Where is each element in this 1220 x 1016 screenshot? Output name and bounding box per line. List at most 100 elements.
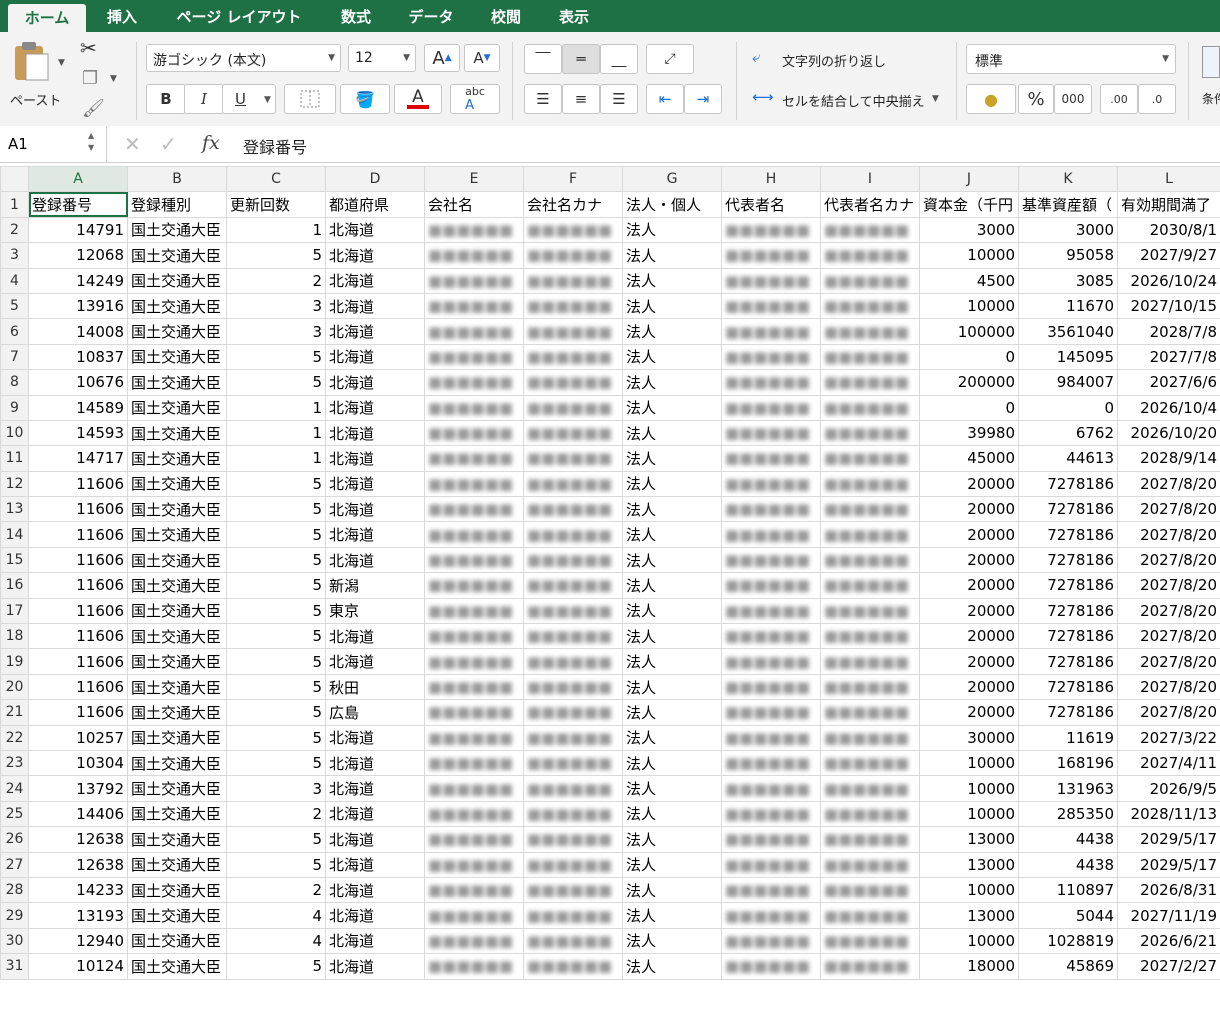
- cell[interactable]: 北海道: [325, 521, 425, 548]
- cell[interactable]: 13000: [919, 826, 1019, 853]
- tab-data[interactable]: データ: [396, 0, 466, 32]
- cell[interactable]: 国土交通大臣: [127, 953, 227, 980]
- cell[interactable]: 2: [226, 876, 326, 904]
- cell[interactable]: ■■■■■■: [820, 826, 920, 853]
- cell[interactable]: 2027/9/27: [1117, 242, 1220, 269]
- row-header[interactable]: 8: [0, 369, 29, 396]
- cell[interactable]: 2027/2/27: [1117, 953, 1220, 980]
- cell[interactable]: 北海道: [325, 927, 425, 955]
- cell[interactable]: 法人: [622, 267, 722, 294]
- cell[interactable]: 法人: [622, 419, 722, 447]
- cell[interactable]: 5: [226, 597, 326, 625]
- cell[interactable]: ■■■■■■: [820, 216, 920, 244]
- cell[interactable]: ■■■■■■: [820, 724, 920, 751]
- cell[interactable]: 2026/8/31: [1117, 876, 1220, 904]
- align-center-button[interactable]: ≡: [562, 84, 600, 114]
- cell[interactable]: ■■■■■■: [523, 953, 623, 980]
- cell[interactable]: ■■■■■■: [523, 572, 623, 599]
- cell[interactable]: 法人: [622, 521, 722, 548]
- cell[interactable]: ■■■■■■: [523, 800, 623, 828]
- cell[interactable]: ■■■■■■: [523, 648, 623, 675]
- cell[interactable]: 3000: [1018, 216, 1118, 244]
- italic-button[interactable]: I: [184, 84, 224, 114]
- cell[interactable]: 0: [919, 343, 1019, 371]
- cell[interactable]: 7278186: [1018, 623, 1118, 650]
- cell[interactable]: 国土交通大臣: [127, 521, 227, 548]
- cell[interactable]: 110897: [1018, 876, 1118, 904]
- cell[interactable]: 4: [226, 927, 326, 955]
- orientation-button[interactable]: ⤢: [646, 44, 694, 74]
- row-header[interactable]: 22: [0, 724, 29, 751]
- cell[interactable]: 2027/4/11: [1117, 749, 1220, 777]
- cell[interactable]: ■■■■■■: [820, 597, 920, 625]
- cell[interactable]: 広島: [325, 699, 425, 726]
- merge-center-button[interactable]: ⟷ セルを結合して中央揃え ▼: [752, 88, 952, 112]
- cell[interactable]: ■■■■■■: [820, 470, 920, 498]
- cell[interactable]: ■■■■■■: [721, 242, 821, 269]
- cell[interactable]: 国土交通大臣: [127, 673, 227, 701]
- cell[interactable]: ■■■■■■: [523, 394, 623, 421]
- cell[interactable]: 3000: [919, 216, 1019, 244]
- cell[interactable]: ■■■■■■: [523, 902, 623, 929]
- cell[interactable]: ■■■■■■: [523, 699, 623, 726]
- cell[interactable]: 国土交通大臣: [127, 749, 227, 777]
- column-header-b[interactable]: B: [127, 165, 227, 193]
- cell[interactable]: ■■■■■■: [424, 851, 524, 878]
- cell[interactable]: 国土交通大臣: [127, 800, 227, 828]
- cell[interactable]: 北海道: [325, 953, 425, 980]
- cell[interactable]: ■■■■■■: [424, 699, 524, 726]
- cell[interactable]: 5: [226, 470, 326, 498]
- cell[interactable]: ■■■■■■: [820, 419, 920, 447]
- cell[interactable]: 法人: [622, 876, 722, 904]
- cell[interactable]: ■■■■■■: [424, 292, 524, 320]
- tab-insert[interactable]: 挿入: [96, 0, 148, 32]
- cell[interactable]: ■■■■■■: [424, 597, 524, 625]
- cell[interactable]: 1028819: [1018, 927, 1118, 955]
- cell[interactable]: 45869: [1018, 953, 1118, 980]
- formula-content[interactable]: 登録番号: [243, 134, 307, 158]
- cell[interactable]: 法人: [622, 445, 722, 472]
- copy-dropdown-icon[interactable]: ▼: [110, 74, 117, 84]
- cell[interactable]: 法人: [622, 318, 722, 345]
- cell[interactable]: 北海道: [325, 445, 425, 472]
- cell[interactable]: 北海道: [325, 724, 425, 751]
- cell[interactable]: 5: [226, 826, 326, 853]
- cell[interactable]: 10257: [28, 724, 128, 751]
- cell[interactable]: 北海道: [325, 343, 425, 371]
- cell[interactable]: 基準資産額（: [1018, 191, 1118, 218]
- cell[interactable]: 登録種別: [127, 191, 227, 218]
- cell[interactable]: ■■■■■■: [523, 749, 623, 777]
- tab-formulas[interactable]: 数式: [328, 0, 384, 32]
- cell[interactable]: 7278186: [1018, 673, 1118, 701]
- cell[interactable]: 法人: [622, 242, 722, 269]
- cell[interactable]: 法人: [622, 470, 722, 498]
- cell[interactable]: ■■■■■■: [523, 597, 623, 625]
- cell[interactable]: 2027/8/20: [1117, 597, 1220, 625]
- cell[interactable]: 2026/6/21: [1117, 927, 1220, 955]
- cell[interactable]: 北海道: [325, 902, 425, 929]
- cell[interactable]: 12638: [28, 826, 128, 853]
- cell[interactable]: 国土交通大臣: [127, 597, 227, 625]
- cell[interactable]: 20000: [919, 623, 1019, 650]
- cell[interactable]: 12068: [28, 242, 128, 269]
- cell[interactable]: ■■■■■■: [820, 775, 920, 802]
- cell[interactable]: 14249: [28, 267, 128, 294]
- cell[interactable]: 国土交通大臣: [127, 648, 227, 675]
- cell[interactable]: 10000: [919, 242, 1019, 269]
- cell[interactable]: 3: [226, 318, 326, 345]
- font-name-select[interactable]: 游ゴシック (本文) ▼: [146, 44, 341, 72]
- cell[interactable]: 北海道: [325, 496, 425, 523]
- cell[interactable]: 2027/8/20: [1117, 673, 1220, 701]
- cell[interactable]: 東京: [325, 597, 425, 625]
- cell[interactable]: 45000: [919, 445, 1019, 472]
- cell[interactable]: 法人: [622, 343, 722, 371]
- cell[interactable]: 20000: [919, 673, 1019, 701]
- cell[interactable]: 5: [226, 699, 326, 726]
- cell[interactable]: 法人: [622, 927, 722, 955]
- cell[interactable]: 100000: [919, 318, 1019, 345]
- tab-review[interactable]: 校閲: [478, 0, 534, 32]
- cell[interactable]: ■■■■■■: [820, 851, 920, 878]
- cell[interactable]: 2028/9/14: [1117, 445, 1220, 472]
- cell[interactable]: 2030/8/1: [1117, 216, 1220, 244]
- cell[interactable]: 3561040: [1018, 318, 1118, 345]
